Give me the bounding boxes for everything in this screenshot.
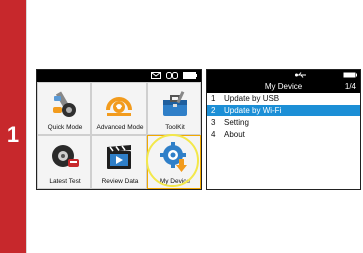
status-bar <box>207 70 360 80</box>
menu-item-label: Update by USB <box>224 94 280 103</box>
menu-item-update-usb[interactable]: 1 Update by USB <box>207 93 360 105</box>
menu-item-update-wifi[interactable]: 2 Update by Wi-Fi <box>207 105 360 117</box>
tile-quick-mode[interactable]: Quick Mode <box>37 82 91 135</box>
battery-icon <box>183 72 197 79</box>
device-menu: 1 Update by USB 2 Update by Wi-Fi 3 Sett… <box>207 93 360 141</box>
step-number: 1 <box>6 122 20 147</box>
menu-item-label: Setting <box>224 118 249 127</box>
tile-label: Quick Mode <box>47 124 83 131</box>
toolbox-icon <box>163 91 187 116</box>
link-icon <box>166 72 178 79</box>
menu-item-label: Update by Wi-Fi <box>224 106 282 115</box>
usb-icon <box>295 72 306 78</box>
tile-toolkit[interactable]: ToolKit <box>147 82 201 135</box>
quick-mode-icon <box>53 91 76 117</box>
menu-item-setting[interactable]: 3 Setting <box>207 117 360 129</box>
menu-item-number: 3 <box>211 118 216 127</box>
menu-item-label: About <box>224 130 245 139</box>
battery-icon <box>343 72 357 78</box>
mail-icon <box>151 72 161 79</box>
screen-title: My Device <box>264 82 303 91</box>
page-indicator: 1/4 <box>344 82 356 91</box>
instruction-page: 1 Quick Mode Advanced Mode ToolKit Lates… <box>0 0 363 253</box>
tile-label: Latest Test <box>49 178 81 185</box>
tile-label: Advanced Mode <box>96 124 144 131</box>
status-bar <box>37 70 201 82</box>
advanced-mode-icon <box>106 97 132 116</box>
video-icon <box>107 145 131 169</box>
menu-item-number: 1 <box>211 94 216 103</box>
tile-advanced-mode[interactable]: Advanced Mode <box>91 82 147 135</box>
menu-item-number: 4 <box>211 130 216 139</box>
tile-review-data[interactable]: Review Data <box>91 135 147 189</box>
tile-label: ToolKit <box>165 124 185 131</box>
menu-item-about[interactable]: 4 About <box>207 129 360 141</box>
selection-ring <box>146 134 199 187</box>
menu-item-number: 2 <box>211 106 216 115</box>
screen-header: My Device 1/4 <box>207 80 360 93</box>
tile-label: Review Data <box>101 178 139 185</box>
tile-latest-test[interactable]: Latest Test <box>37 135 91 189</box>
tire-icon <box>52 145 79 167</box>
my-device-screen: My Device 1/4 1 Update by USB 2 Update b… <box>206 69 361 190</box>
divider <box>26 0 27 253</box>
